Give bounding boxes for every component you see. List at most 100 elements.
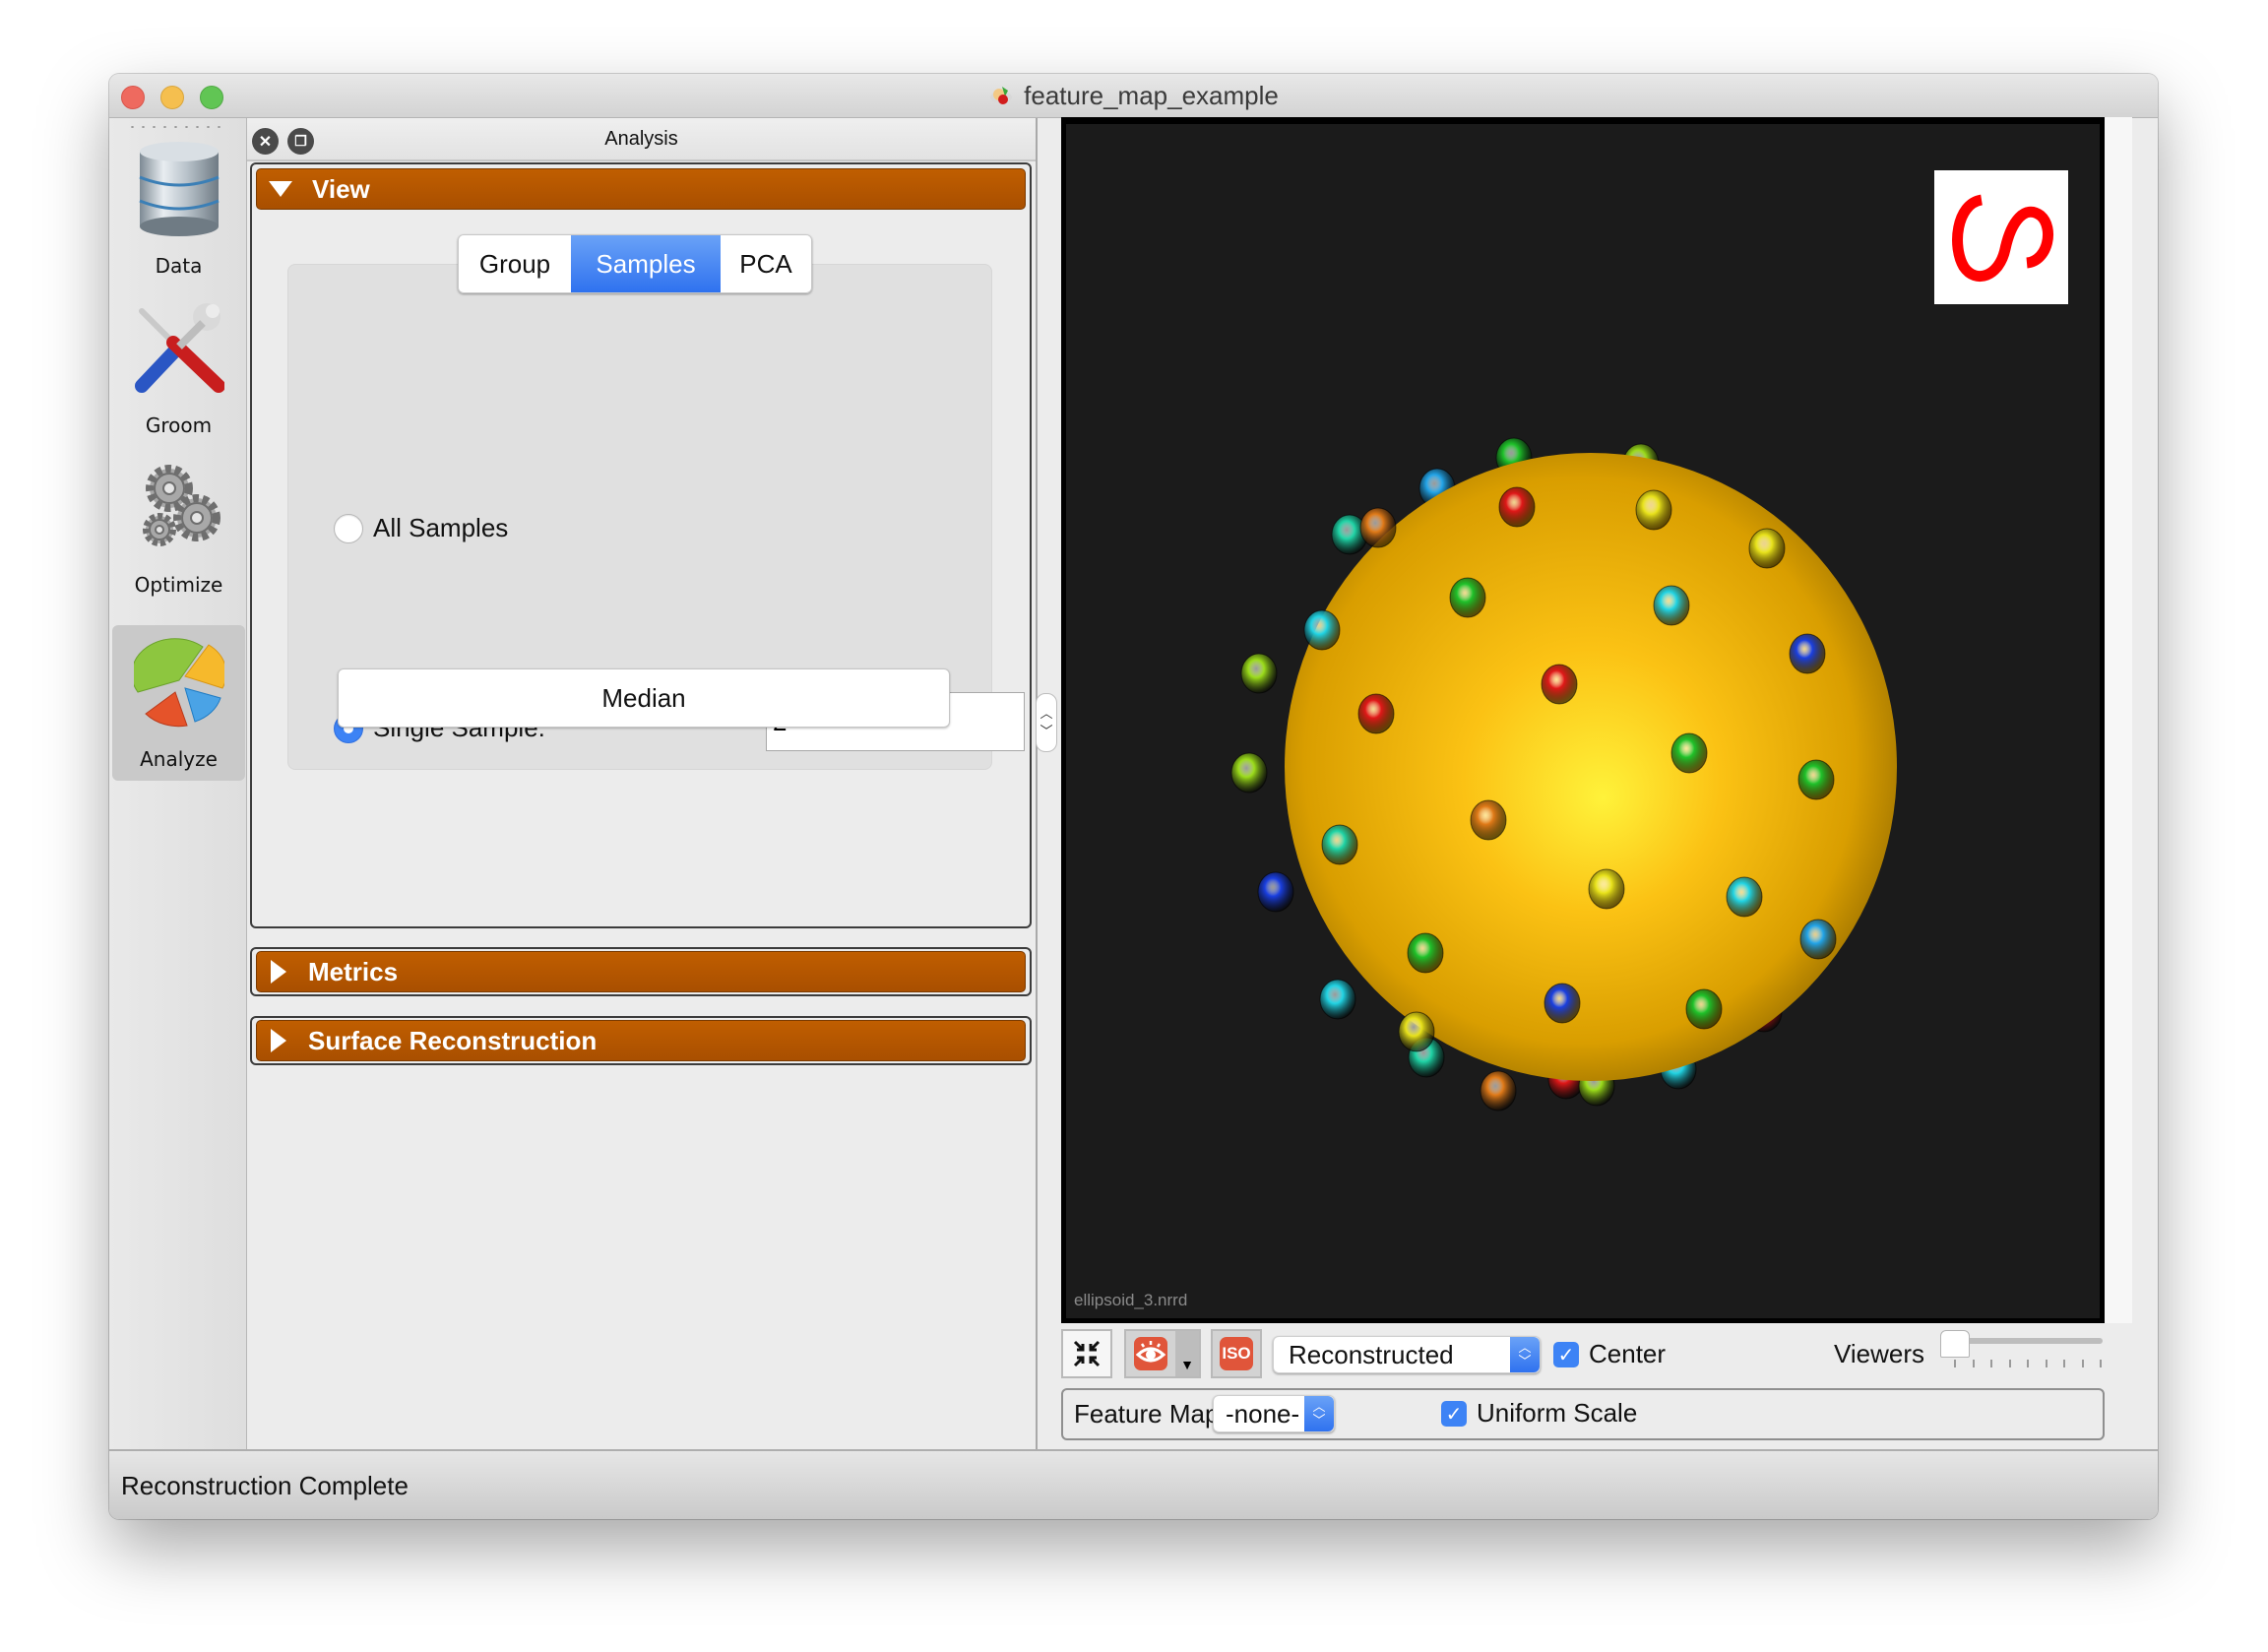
shapeworks-logo bbox=[1934, 170, 2068, 304]
metrics-section-header[interactable]: Metrics bbox=[256, 951, 1026, 992]
database-icon bbox=[139, 142, 220, 236]
3d-viewer[interactable]: ellipsoid_3.nrrd bbox=[1066, 124, 2100, 1318]
particle-sphere bbox=[1319, 979, 1356, 1020]
logo-s-icon bbox=[1952, 194, 2053, 283]
view-section-header[interactable]: View bbox=[256, 168, 1026, 210]
particle-sphere bbox=[1726, 876, 1763, 918]
particle-sphere bbox=[1357, 693, 1395, 734]
slider-tick bbox=[2081, 1360, 2084, 1367]
module-sidebar: Data Groom Optimize Analyze bbox=[109, 118, 247, 1449]
viewer-frame: ellipsoid_3.nrrd bbox=[1061, 117, 2105, 1323]
tab-pca[interactable]: PCA bbox=[721, 235, 811, 292]
tab-group[interactable]: Group bbox=[459, 235, 571, 292]
file-name-label: ellipsoid_3.nrrd bbox=[1074, 1291, 1188, 1309]
visibility-button[interactable]: ▼ bbox=[1124, 1329, 1201, 1378]
particle-sphere bbox=[1789, 633, 1826, 674]
all-samples-label: All Samples bbox=[373, 513, 509, 542]
status-bar: Reconstruction Complete bbox=[109, 1449, 2158, 1519]
view-section: View Group Samples PCA All Samples Singl… bbox=[250, 162, 1057, 928]
median-button[interactable]: Median bbox=[338, 668, 950, 728]
collapse-triangle-icon bbox=[269, 181, 292, 197]
select-stepper-icon: ︿ ﹀ bbox=[1510, 1337, 1540, 1372]
display-mode-select[interactable]: Reconstructed ︿ ﹀ bbox=[1273, 1336, 1541, 1373]
sidebar-grip[interactable] bbox=[127, 126, 225, 128]
particle-sphere bbox=[1470, 799, 1507, 841]
autoview-button[interactable] bbox=[1061, 1329, 1112, 1378]
window-title: feature_map_example bbox=[1024, 80, 1279, 110]
sidebar-label-groom: Groom bbox=[145, 413, 213, 437]
title-bar: feature_map_example bbox=[109, 74, 2158, 118]
feature-map-select[interactable]: -none- ︿ ﹀ bbox=[1213, 1395, 1335, 1432]
viewers-label: Viewers bbox=[1834, 1339, 1925, 1368]
spinbox-stepper[interactable]: ︿ ﹀ bbox=[1036, 693, 1057, 752]
uniform-scale-label: Uniform Scale bbox=[1477, 1398, 1638, 1428]
center-checkbox[interactable]: ✓ bbox=[1553, 1342, 1579, 1367]
particle-sphere bbox=[1541, 664, 1578, 705]
particle-sphere bbox=[1653, 585, 1690, 626]
dock-title: Analysis bbox=[604, 128, 678, 150]
iso-icon: ISO bbox=[1220, 1337, 1253, 1370]
caret-down-icon: ▼ bbox=[1180, 1357, 1194, 1372]
surface-reconstruction-section: Surface Reconstruction bbox=[250, 1016, 1032, 1065]
particle-sphere bbox=[1544, 983, 1581, 1024]
particle-sphere bbox=[1407, 932, 1444, 974]
particle-sphere bbox=[1359, 507, 1397, 548]
particle-sphere bbox=[1635, 489, 1672, 531]
visibility-dropdown-arrow[interactable]: ▼ bbox=[1175, 1331, 1199, 1376]
sidebar-item-data[interactable]: Data bbox=[112, 132, 245, 287]
particle-sphere bbox=[1480, 1070, 1517, 1112]
slider-tick bbox=[2008, 1360, 2011, 1367]
particle-sphere bbox=[1230, 752, 1268, 794]
tools-icon bbox=[135, 303, 224, 393]
status-message: Reconstruction Complete bbox=[121, 1471, 409, 1500]
feature-map-value: -none- bbox=[1226, 1398, 1300, 1429]
center-label: Center bbox=[1589, 1339, 1667, 1368]
sidebar-label-data: Data bbox=[155, 254, 203, 278]
viewers-slider-track[interactable] bbox=[1950, 1338, 2103, 1344]
all-samples-radio[interactable] bbox=[334, 514, 363, 543]
sidebar-item-optimize[interactable]: Optimize bbox=[112, 451, 245, 606]
slider-tick bbox=[1990, 1360, 1992, 1367]
view-section-label: View bbox=[312, 173, 370, 204]
expand-triangle-icon bbox=[271, 960, 286, 984]
particle-sphere bbox=[1588, 868, 1625, 910]
sidebar-item-groom[interactable]: Groom bbox=[112, 291, 245, 447]
dock-title-bar: ✕ ❐ Analysis bbox=[247, 118, 1036, 161]
slider-tick bbox=[1972, 1360, 1975, 1367]
particle-sphere bbox=[1670, 732, 1708, 774]
particle-sphere bbox=[1398, 1011, 1435, 1052]
eye-icon bbox=[1134, 1337, 1167, 1370]
particle-sphere bbox=[1799, 919, 1837, 960]
analysis-dock: ✕ ❐ Analysis View Group Samples PCA All … bbox=[247, 118, 1057, 1449]
expand-triangle-icon bbox=[271, 1029, 286, 1052]
surface-reconstruction-section-header[interactable]: Surface Reconstruction bbox=[256, 1020, 1026, 1061]
particle-sphere bbox=[1257, 871, 1294, 913]
particle-sphere bbox=[1240, 653, 1278, 694]
metrics-section: Metrics bbox=[250, 947, 1032, 996]
app-window: feature_map_example Data Groom Optimize … bbox=[109, 74, 2158, 1519]
slider-tick bbox=[2045, 1360, 2048, 1367]
chevron-down-icon: ﹀ bbox=[1040, 724, 1053, 738]
gears-icon bbox=[143, 465, 220, 546]
slider-tick bbox=[2100, 1360, 2102, 1367]
slider-tick bbox=[1954, 1360, 1956, 1367]
checkmark-icon: ✓ bbox=[1557, 1344, 1575, 1366]
particle-sphere bbox=[1498, 486, 1536, 528]
iso-button[interactable]: ISO bbox=[1211, 1329, 1262, 1378]
sidebar-item-analyze[interactable]: Analyze bbox=[112, 625, 245, 781]
tab-samples[interactable]: Samples bbox=[571, 235, 721, 292]
particle-sphere bbox=[1685, 988, 1723, 1030]
select-stepper-icon: ︿ ﹀ bbox=[1304, 1396, 1334, 1431]
uniform-scale-checkbox[interactable]: ✓ bbox=[1441, 1401, 1467, 1427]
particle-sphere bbox=[1321, 824, 1358, 865]
compress-arrows-icon bbox=[1073, 1340, 1101, 1367]
pie-chart-icon bbox=[134, 638, 224, 728]
particle-sphere bbox=[1303, 609, 1341, 651]
viewer-scrollbar[interactable] bbox=[2105, 117, 2132, 1323]
viewers-slider-thumb[interactable] bbox=[1940, 1330, 1970, 1358]
slider-tick bbox=[2063, 1360, 2065, 1367]
checkmark-icon: ✓ bbox=[1445, 1403, 1463, 1426]
view-tab-bar: Group Samples PCA bbox=[458, 234, 812, 293]
display-mode-value: Reconstructed bbox=[1289, 1339, 1454, 1369]
app-icon bbox=[990, 87, 1013, 104]
